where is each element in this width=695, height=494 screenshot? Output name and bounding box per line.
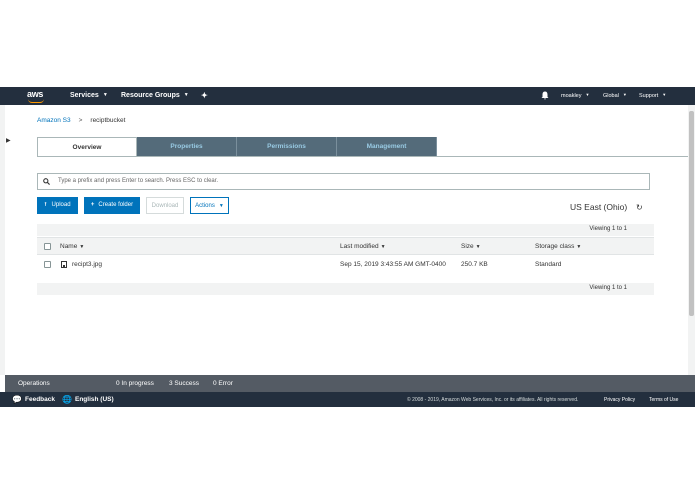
resource-groups-label: Resource Groups — [121, 92, 180, 99]
scrollbar-thumb[interactable] — [689, 111, 694, 316]
aws-logo-text: aws — [27, 89, 44, 99]
aws-logo[interactable]: aws — [27, 89, 47, 103]
table-header: Name ▼ Last modified ▼ Size ▼ Storage class… — [37, 237, 654, 255]
terms-of-use-link[interactable]: Terms of Use — [649, 397, 678, 403]
top-nav-bar: aws Services ▼ Resource Groups ▼ ✦ moakley… — [0, 87, 695, 105]
chevron-down-icon: ▼ — [102, 92, 108, 98]
chevron-down-icon: ▼ — [218, 203, 224, 209]
actions-button[interactable]: Actions ▼ — [190, 197, 229, 214]
upload-button[interactable]: ⭱ Upload — [37, 197, 78, 214]
footer: 💬 Feedback 🌐 English (US) © 2008 - 2019,… — [0, 392, 695, 407]
sort-down-icon: ▼ — [576, 244, 582, 250]
tab-overview[interactable]: Overview — [37, 137, 137, 157]
column-name-label: Name — [60, 243, 78, 250]
region-display: US East (Ohio) — [570, 202, 628, 212]
resource-groups-menu[interactable]: Resource Groups ▼ — [121, 92, 189, 99]
create-folder-button[interactable]: + Create folder — [84, 197, 140, 214]
search-placeholder: Type a prefix and press Enter to search.… — [58, 178, 219, 184]
upload-label: Upload — [51, 202, 71, 208]
operations-label: Operations — [18, 380, 50, 387]
support-menu[interactable]: Support ▼ — [639, 92, 667, 99]
ops-in-progress: 0 In progress — [116, 380, 154, 387]
chevron-down-icon: ▼ — [662, 92, 667, 97]
sort-down-icon: ▼ — [380, 244, 386, 250]
bell-icon[interactable] — [541, 91, 549, 102]
globe-icon: 🌐 — [62, 395, 72, 404]
services-menu[interactable]: Services ▼ — [70, 92, 108, 99]
file-last-modified: Sep 15, 2019 3:43:55 AM GMT-0400 — [340, 261, 446, 268]
select-all-checkbox[interactable] — [44, 243, 51, 250]
column-size-label: Size — [461, 243, 474, 250]
download-button[interactable]: Download — [146, 197, 184, 214]
actions-label: Actions — [195, 203, 215, 209]
upload-icon: ⭱ — [44, 202, 47, 208]
tab-divider — [37, 156, 688, 157]
chevron-down-icon: ▼ — [585, 92, 590, 97]
ops-error: 0 Error — [213, 380, 233, 387]
chevron-down-icon: ▼ — [183, 92, 189, 98]
column-header-last-modified[interactable]: Last modified ▼ — [340, 243, 386, 250]
viewing-count-top: Viewing 1 to 1 — [589, 226, 627, 232]
account-menu[interactable]: moakley ▼ — [561, 92, 590, 99]
operations-bar[interactable]: Operations 0 In progress 3 Success 0 Err… — [5, 375, 695, 392]
language-selector[interactable]: English (US) — [75, 396, 114, 403]
account-label: moakley — [561, 93, 582, 99]
file-storage-class: Standard — [535, 261, 562, 268]
table-row[interactable]: recipt3.jpg Sep 15, 2019 3:43:55 AM GMT-… — [37, 256, 654, 274]
refresh-icon[interactable]: ↻ — [636, 203, 643, 212]
chevron-down-icon: ▼ — [622, 92, 627, 97]
file-name-link[interactable]: recipt3.jpg — [72, 261, 102, 268]
search-input[interactable]: Type a prefix and press Enter to search.… — [37, 173, 650, 190]
breadcrumb-root-link[interactable]: Amazon S3 — [37, 117, 71, 124]
tab-permissions[interactable]: Permissions — [237, 137, 337, 157]
viewing-count-bottom: Viewing 1 to 1 — [589, 285, 627, 291]
s3-console: aws Services ▼ Resource Groups ▼ ✦ moakley… — [0, 0, 695, 494]
privacy-policy-link[interactable]: Privacy Policy — [604, 397, 635, 403]
search-icon — [43, 178, 50, 185]
table-top-bar: Viewing 1 to 1 — [37, 224, 654, 236]
sort-down-icon: ▼ — [79, 244, 85, 250]
services-label: Services — [70, 92, 99, 99]
column-storage-class-label: Storage class — [535, 243, 575, 250]
breadcrumb-separator: > — [78, 117, 83, 124]
tab-properties[interactable]: Properties — [137, 137, 237, 157]
column-header-name[interactable]: Name ▼ — [60, 243, 84, 250]
scrollbar[interactable] — [688, 105, 695, 375]
column-header-size[interactable]: Size ▼ — [461, 243, 481, 250]
tab-management[interactable]: Management — [337, 137, 437, 157]
sidebar-toggle-icon[interactable]: ▶ — [6, 137, 11, 144]
ops-success: 3 Success — [169, 380, 199, 387]
region-label: Global — [603, 93, 619, 99]
feedback-link[interactable]: Feedback — [25, 396, 55, 403]
breadcrumb: Amazon S3 > reciptbucket — [37, 117, 125, 124]
create-folder-label: Create folder — [98, 202, 134, 208]
region-menu[interactable]: Global ▼ — [603, 92, 627, 99]
plus-icon: + — [90, 202, 95, 208]
breadcrumb-bucket: reciptbucket — [90, 117, 126, 124]
column-header-storage-class[interactable]: Storage class ▼ — [535, 243, 581, 250]
row-checkbox[interactable] — [44, 261, 51, 268]
aws-smile-icon — [28, 99, 44, 103]
sort-down-icon: ▼ — [475, 244, 481, 250]
table-bottom-bar: Viewing 1 to 1 — [37, 283, 654, 295]
pin-icon[interactable]: ✦ — [201, 91, 208, 100]
support-label: Support — [639, 93, 659, 99]
feedback-icon: 💬 — [12, 395, 22, 404]
column-last-modified-label: Last modified — [340, 243, 379, 250]
image-file-icon — [61, 261, 67, 268]
file-size: 250.7 KB — [461, 261, 488, 268]
copyright-text: © 2008 - 2019, Amazon Web Services, Inc.… — [407, 397, 579, 403]
